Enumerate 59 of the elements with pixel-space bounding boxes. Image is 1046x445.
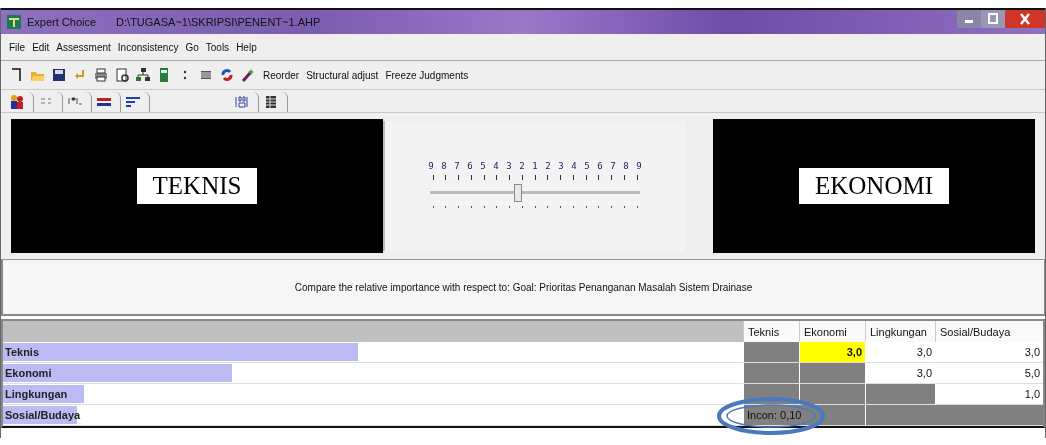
app-name: Expert Choice [27,16,97,28]
criterion-name: TEKNIS [136,168,258,204]
judgment-cell[interactable]: 5,0 [935,363,1043,384]
toolbar-button[interactable]: Reorder [263,69,300,81]
matrix-icon[interactable] [234,94,250,110]
question-text: Compare the relative importance with respect to: Goal: Prioritas Penanganan Masalah Sistem Drainase [294,281,753,293]
scale-number: 2 [518,160,526,171]
file-path: D:\TUGASA~1\SKRIPSI\PENENT~1.AHP [116,16,321,28]
grid-icon[interactable] [263,94,279,110]
menu-item[interactable]: Assessment [56,41,111,53]
column-header: Teknis [743,321,799,342]
app-logo-icon [7,15,21,29]
scale-number: 5 [583,160,591,171]
row-label: Ekonomi [4,367,52,379]
judgment-cell[interactable]: 3,0 [865,342,935,363]
judgment-cell[interactable]: 3,0 [799,342,865,363]
menu-item[interactable]: Tools [205,41,230,53]
column-header: Lingkungan [865,321,935,342]
scale-number: 7 [453,160,461,171]
row-label: Sosial/Budaya [4,409,81,421]
scale-number: 8 [622,160,630,171]
hierarchy-icon[interactable] [135,67,151,83]
menu-item[interactable]: File [9,41,26,53]
scale-number: 5 [479,160,487,171]
menu-item[interactable]: Go [185,41,199,53]
menu-item[interactable]: Inconsistency [117,41,179,53]
scale-number: 3 [557,160,565,171]
scale-number: 3 [505,160,513,171]
save-icon[interactable] [51,67,67,83]
column-header: Ekonomi [799,321,865,342]
scale-number: 8 [440,160,448,171]
close-icon[interactable] [1005,10,1045,28]
menu-item[interactable]: Help [236,41,257,53]
row-label: Lingkungan [4,388,68,400]
menu-item[interactable]: Edit [32,41,50,53]
scale-number: 4 [570,160,578,171]
scale-number: 6 [466,160,474,171]
scale-number: 2 [544,160,552,171]
column-header: Sosial/Budaya [935,321,1043,342]
criterion-name: EKONOMI [798,168,949,204]
sort-lines-icon[interactable] [125,94,141,110]
scale-number: 9 [635,160,643,171]
refresh-icon[interactable] [219,67,235,83]
wand-icon[interactable] [240,67,256,83]
slider-thumb[interactable] [514,183,523,202]
toolbar-button[interactable]: Freeze Judgments [385,69,469,81]
people-icon[interactable] [9,94,25,110]
scale-number: 9 [427,160,435,171]
toolbar-button[interactable]: Structural adjust [306,69,379,81]
scale-number: 6 [596,160,604,171]
printer-icon[interactable] [93,67,109,83]
judgment-cell[interactable]: 3,0 [935,342,1043,363]
row-label: Teknis [4,346,40,358]
scale-number: 4 [492,160,500,171]
minimize-icon[interactable] [957,10,981,28]
restore-icon[interactable] [981,10,1005,28]
scale-number: 7 [609,160,617,171]
scale-number: 1 [531,160,539,171]
preview-icon[interactable] [114,67,130,83]
